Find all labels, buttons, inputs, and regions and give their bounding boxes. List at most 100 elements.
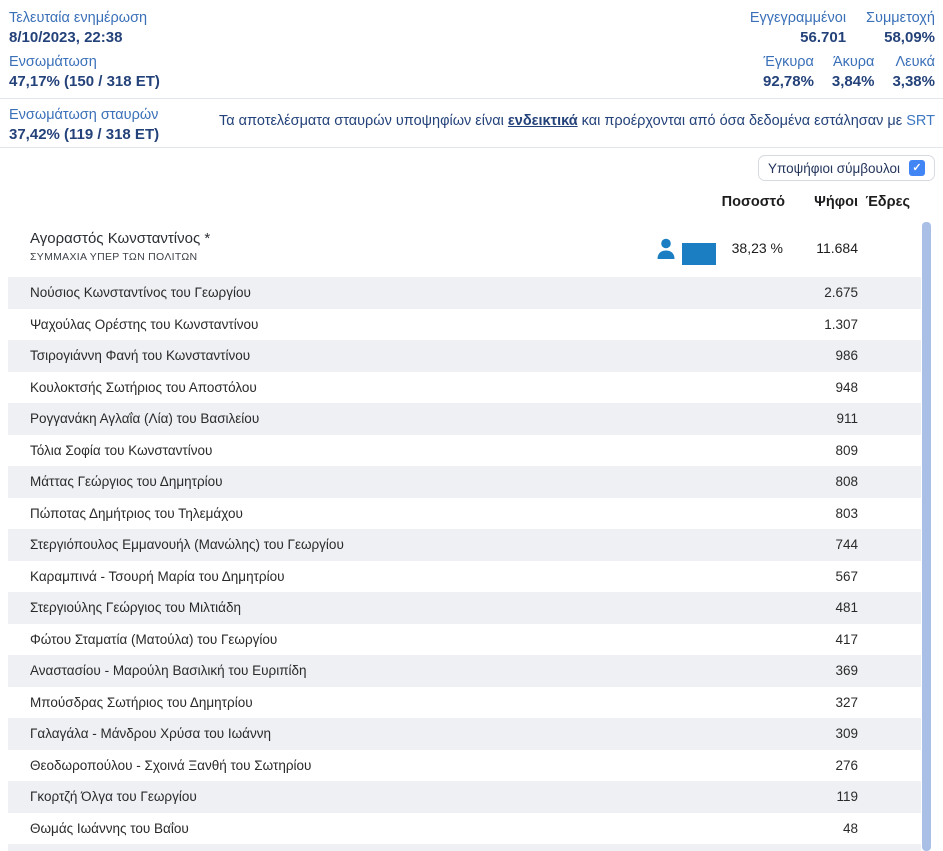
stat-label: Έγκυρα <box>763 53 814 71</box>
candidate-row: Καραμπινά - Τσουρή Μαρία του Δημητρίου 5… <box>8 561 921 593</box>
stat-last-update: Τελευταία ενημέρωση 8/10/2023, 22:38 <box>9 9 147 47</box>
candidate-votes: 803 <box>835 506 858 521</box>
candidate-name: Αγοραστός Κωνσταντίνος * <box>8 220 921 247</box>
candidate-name: Θεοδωροπούλου - Σχοινά Ξανθή του Σωτηρίο… <box>8 758 311 773</box>
candidate-percent: 38,23 % <box>732 240 783 256</box>
candidate-votes: 309 <box>835 726 858 741</box>
candidate-votes: 2.675 <box>824 285 858 300</box>
checked-checkbox-icon[interactable]: ✓ <box>909 160 925 176</box>
filter-label: Υποψήφιοι σύμβουλοι <box>768 161 900 176</box>
candidate-name: Καραμπινά - Τσουρή Μαρία του Δημητρίου <box>8 569 285 584</box>
candidate-votes: 744 <box>835 537 858 552</box>
stat-value: 92,78% <box>763 73 814 91</box>
column-header-percent: Ποσοστό <box>722 194 785 210</box>
candidate-name: Μάττας Γεώργιος του Δημητρίου <box>8 474 223 489</box>
candidate-name: Στεργιόπουλος Εμμανουήλ (Μανώλης) του Γε… <box>8 537 344 552</box>
stat-cross-integration: Ενσωμάτωση σταυρών 37,42% (119 / 318 ΕΤ) <box>9 106 159 144</box>
notice-text: και προέρχονται από όσα δεδομένα εστάλησ… <box>578 113 907 129</box>
candidate-name: Γκορτζή Όλγα του Γεωργίου <box>8 789 197 804</box>
stat-label: Συμμετοχή <box>866 9 935 27</box>
candidate-votes: 567 <box>835 569 858 584</box>
candidate-votes: 986 <box>835 348 858 363</box>
candidate-row: Γκορτζή Όλγα του Γεωργίου 119 <box>8 781 921 813</box>
stat-blank: Λευκά 3,38% <box>892 53 935 91</box>
candidate-name: Κουλοκτσής Σωτήριος του Αποστόλου <box>8 380 257 395</box>
vertical-scrollbar[interactable] <box>922 222 931 851</box>
column-header-votes: Ψήφοι <box>814 194 858 210</box>
candidate-name: Τσιρογιάννη Φανή του Κωνσταντίνου <box>8 348 250 363</box>
candidate-row: Ρογγανάκη Αγλαΐα (Λία) του Βασιλείου 911 <box>8 403 921 435</box>
candidate-row: Μάττας Γεώργιος του Δημητρίου 808 <box>8 466 921 498</box>
candidate-name: Ψαχούλας Ορέστης του Κωνσταντίνου <box>8 317 258 332</box>
candidate-row: Τόλια Σοφία του Κωνσταντίνου 809 <box>8 435 921 467</box>
candidate-votes: 276 <box>835 758 858 773</box>
person-icon <box>656 237 676 265</box>
srt-link[interactable]: SRT <box>906 113 935 129</box>
candidate-votes: 481 <box>835 600 858 615</box>
stats-registered-turnout: Εγγεγραμμένοι 56.701 Συμμετοχή 58,09% <box>750 9 935 47</box>
candidate-row: Ψαχούλας Ορέστης του Κωνσταντίνου 1.307 <box>8 309 921 341</box>
stat-label: Τελευταία ενημέρωση <box>9 9 147 27</box>
divider <box>0 147 943 148</box>
candidate-votes: 48 <box>843 821 858 836</box>
stat-value: 56.701 <box>750 29 846 47</box>
candidate-votes: 11.684 <box>816 240 858 256</box>
divider <box>0 98 943 99</box>
candidate-name: Φώτου Σταματία (Ματούλα) του Γεωργίου <box>8 632 277 647</box>
candidate-name: Αναστασίου - Μαρούλη Βασιλική του Ευριπί… <box>8 663 307 678</box>
candidate-votes: 948 <box>835 380 858 395</box>
stat-registered: Εγγεγραμμένοι 56.701 <box>750 9 846 47</box>
stat-turnout: Συμμετοχή 58,09% <box>866 9 935 47</box>
stats-valid-invalid-blank: Έγκυρα 92,78% Άκυρα 3,84% Λευκά 3,38% <box>763 53 935 91</box>
candidate-votes: 1.307 <box>824 317 858 332</box>
candidate-votes: 417 <box>835 632 858 647</box>
indicative-results-notice: Τα αποτελέσματα σταυρών υποψηφίων είναι … <box>219 113 935 129</box>
party-color-swatch <box>682 243 716 265</box>
column-header-seats: Έδρες <box>865 194 910 210</box>
election-results-page: Τελευταία ενημέρωση 8/10/2023, 22:38 Ενσ… <box>0 0 943 851</box>
candidate-name: Μπούσδρας Σωτήριος του Δημητρίου <box>8 695 253 710</box>
stat-value: 47,17% (150 / 318 ΕΤ) <box>9 73 160 91</box>
stat-label: Ενσωμάτωση <box>9 53 160 71</box>
candidate-row: Στεργιόπουλος Εμμανουήλ (Μανώλης) του Γε… <box>8 529 921 561</box>
candidate-row: Στεργιούλης Γεώργιος του Μιλτιάδη 481 <box>8 592 921 624</box>
candidate-name: Στεργιούλης Γεώργιος του Μιλτιάδη <box>8 600 241 615</box>
stat-label: Λευκά <box>892 53 935 71</box>
candidate-votes: 369 <box>835 663 858 678</box>
candidate-rows: Νούσιος Κωνσταντίνος του Γεωργίου 2.675 … <box>8 277 921 844</box>
stat-value: 3,38% <box>892 73 935 91</box>
stat-value: 37,42% (119 / 318 ΕΤ) <box>9 126 159 144</box>
candidate-row: Θωμάς Ιωάννης του Βαΐου 48 <box>8 813 921 845</box>
notice-text: Τα αποτελέσματα σταυρών υποψηφίων είναι <box>219 113 508 129</box>
leader-row: Αγοραστός Κωνσταντίνος * ΣΥΜΜΑΧΙΑ ΥΠΕΡ Τ… <box>8 220 921 277</box>
candidate-name: Τόλια Σοφία του Κωνσταντίνου <box>8 443 212 458</box>
results-table-header: Ποσοστό Ψήφοι Έδρες <box>8 194 921 218</box>
stat-value: 8/10/2023, 22:38 <box>9 29 147 47</box>
stat-label: Άκυρα <box>832 53 875 71</box>
stat-value: 58,09% <box>866 29 935 47</box>
stat-value: 3,84% <box>832 73 875 91</box>
candidate-councillors-filter-button[interactable]: Υποψήφιοι σύμβουλοι ✓ <box>758 155 935 181</box>
stat-label: Εγγεγραμμένοι <box>750 9 846 27</box>
candidate-name: Νούσιος Κωνσταντίνος του Γεωργίου <box>8 285 251 300</box>
candidate-row: Κουλοκτσής Σωτήριος του Αποστόλου 948 <box>8 372 921 404</box>
stat-label: Ενσωμάτωση σταυρών <box>9 106 159 124</box>
candidate-votes: 327 <box>835 695 858 710</box>
results-table: Αγοραστός Κωνσταντίνος * ΣΥΜΜΑΧΙΑ ΥΠΕΡ Τ… <box>8 220 921 851</box>
candidate-votes: 119 <box>836 789 858 804</box>
candidate-name: Γαλαγάλα - Μάνδρου Χρύσα του Ιωάννη <box>8 726 271 741</box>
stat-invalid: Άκυρα 3,84% <box>832 53 875 91</box>
candidate-name: Θωμάς Ιωάννης του Βαΐου <box>8 821 189 836</box>
stat-integration: Ενσωμάτωση 47,17% (150 / 318 ΕΤ) <box>9 53 160 91</box>
partial-next-row <box>8 844 921 851</box>
candidate-row: Αναστασίου - Μαρούλη Βασιλική του Ευριπί… <box>8 655 921 687</box>
candidate-row: Τσιρογιάννη Φανή του Κωνσταντίνου 986 <box>8 340 921 372</box>
candidate-votes: 911 <box>836 411 858 426</box>
candidate-votes: 808 <box>835 474 858 489</box>
notice-emphasis: ενδεικτικά <box>508 113 578 129</box>
candidate-row: Φώτου Σταματία (Ματούλα) του Γεωργίου 41… <box>8 624 921 656</box>
stat-valid: Έγκυρα 92,78% <box>763 53 814 91</box>
candidate-row: Πώποτας Δημήτριος του Τηλεμάχου 803 <box>8 498 921 530</box>
leader-icons <box>656 237 716 265</box>
candidate-votes: 809 <box>835 443 858 458</box>
